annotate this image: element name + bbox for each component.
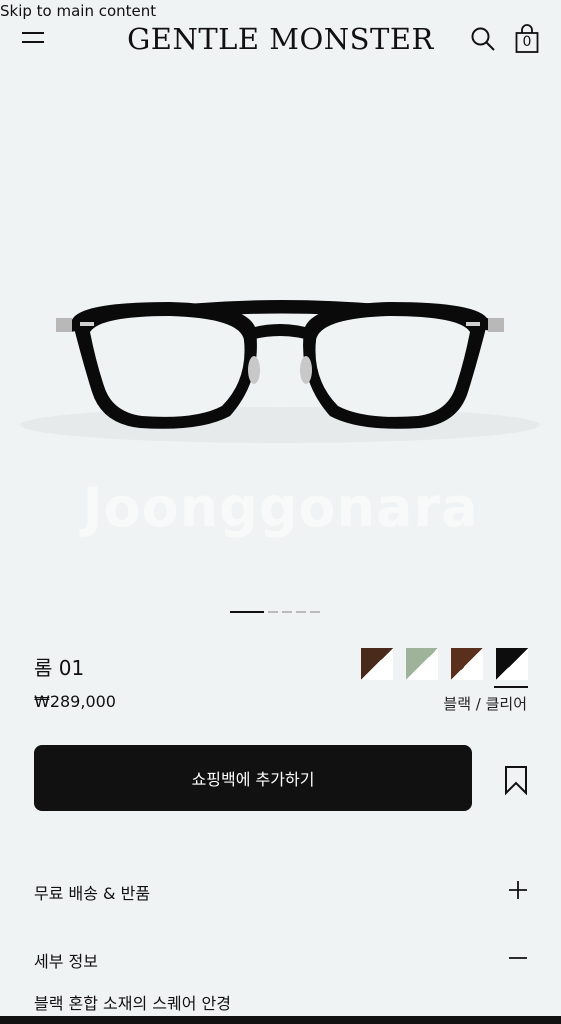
watermark: Joonggonara <box>82 476 479 539</box>
shopping-bag-button[interactable]: 0 <box>515 24 541 54</box>
selected-color-name: 블랙 / 클리어 <box>443 695 527 713</box>
pagination-dot[interactable] <box>268 611 278 613</box>
bookmark-icon[interactable] <box>503 765 529 796</box>
shipping-returns-accordion[interactable]: 무료 배송 & 반품 <box>34 880 528 910</box>
details-label: 세부 정보 <box>34 952 98 971</box>
pagination-dot[interactable] <box>282 611 292 613</box>
product-image[interactable] <box>0 180 561 500</box>
plus-icon <box>508 880 528 900</box>
pagination-dot[interactable] <box>310 611 320 613</box>
shipping-returns-label: 무료 배송 & 반품 <box>34 884 151 903</box>
pagination-dot[interactable] <box>230 611 264 613</box>
color-swatch[interactable] <box>406 648 438 680</box>
minus-icon <box>508 948 528 968</box>
bottom-bar <box>0 1016 561 1024</box>
search-icon[interactable] <box>470 26 496 52</box>
bag-count: 0 <box>522 34 532 50</box>
details-description: 블랙 혼합 소재의 스퀘어 안경 <box>34 994 231 1013</box>
product-name: 롬 01 <box>34 656 85 680</box>
add-to-bag-button[interactable]: 쇼핑백에 추가하기 <box>34 745 472 811</box>
color-swatch[interactable] <box>496 648 528 680</box>
pagination-dot[interactable] <box>296 611 306 613</box>
selected-swatch-indicator <box>494 686 528 688</box>
site-header: GENTLE MONSTER 0 <box>0 20 561 60</box>
skip-to-main-content-link[interactable]: Skip to main content <box>0 2 156 20</box>
color-swatch[interactable] <box>361 648 393 680</box>
color-swatch[interactable] <box>451 648 483 680</box>
product-price: ₩289,000 <box>34 692 116 711</box>
details-accordion[interactable]: 세부 정보 <box>34 948 528 978</box>
